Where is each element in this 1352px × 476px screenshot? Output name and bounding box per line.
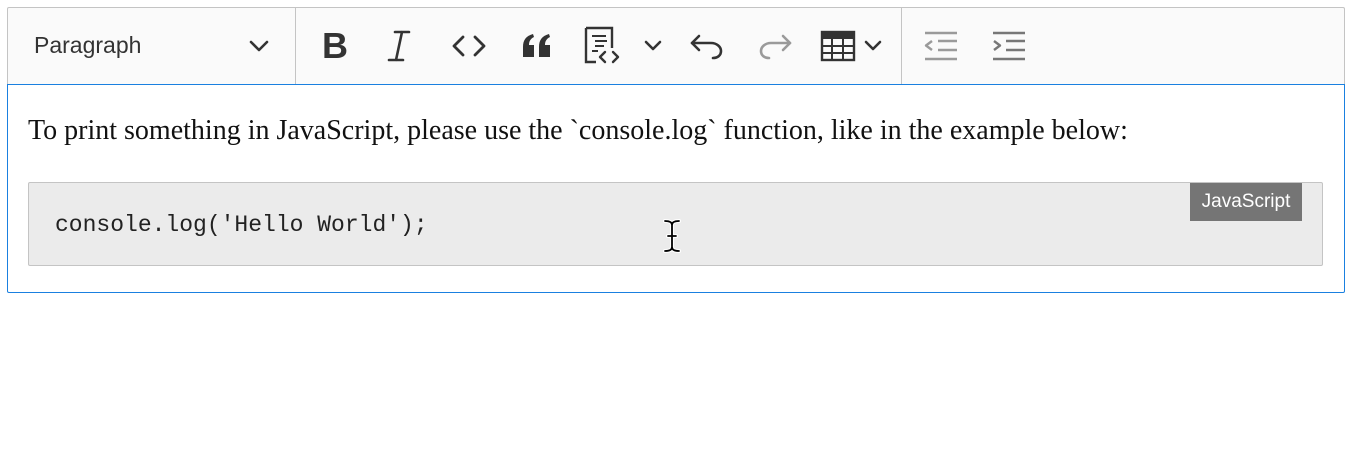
redo-icon [757,32,793,60]
chevron-down-icon[interactable] [864,39,882,53]
paragraph[interactable]: To print something in JavaScript, please… [28,113,1128,149]
code-text[interactable]: console.log('Hello World'); [55,212,428,238]
block-quote-button[interactable] [514,22,560,70]
italic-icon [385,29,413,63]
toolbar-separator [295,8,296,84]
indent-icon [991,31,1027,61]
code-block-icon [582,26,624,66]
heading-dropdown[interactable]: Paragraph [8,8,295,84]
svg-text:B: B [322,29,348,63]
editor-content[interactable]: To print something in JavaScript, please… [7,84,1345,293]
table-icon [820,30,856,62]
undo-icon [689,32,725,60]
toolbar-separator [901,8,902,84]
bold-icon: B [320,29,350,63]
italic-button[interactable] [376,22,422,70]
chevron-down-icon[interactable] [644,39,662,53]
heading-dropdown-label: Paragraph [34,32,142,58]
text-cursor-icon [661,218,683,254]
indent-button[interactable] [986,22,1032,70]
code-button[interactable] [445,22,493,70]
insert-table-button[interactable] [820,22,892,70]
rich-text-editor: Paragraph B To print something in JavaSc… [7,7,1345,293]
editor-toolbar: Paragraph B [7,7,1345,84]
undo-button[interactable] [684,22,730,70]
quote-icon [521,33,553,59]
chevron-down-icon [248,38,270,54]
code-language-badge: JavaScript [1190,183,1302,221]
bold-button[interactable]: B [312,22,358,70]
outdent-icon [923,31,959,61]
outdent-button[interactable] [918,22,964,70]
code-icon [451,34,487,58]
redo-button[interactable] [752,22,798,70]
insert-code-block-button[interactable] [582,22,666,70]
